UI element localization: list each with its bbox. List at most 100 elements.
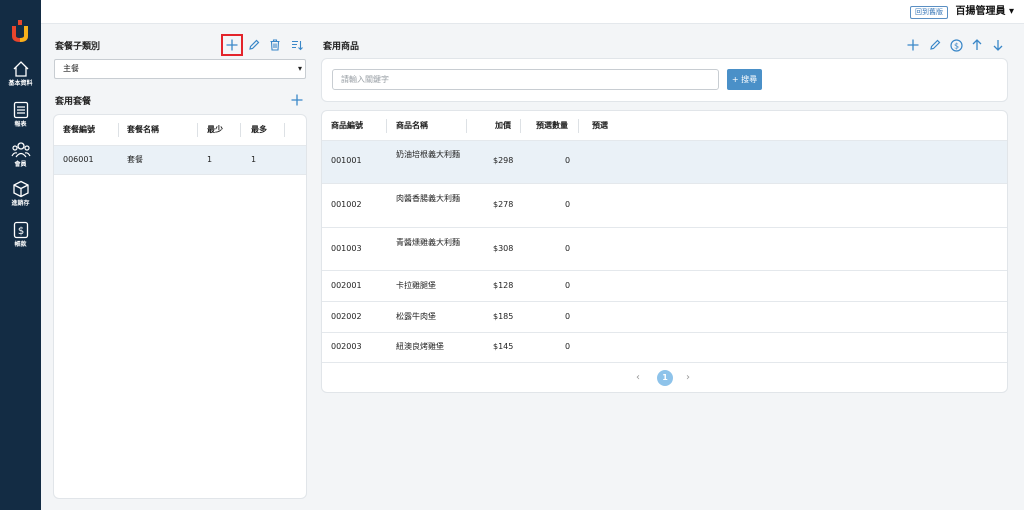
sidebar-item-label: 報表 [14,121,27,128]
plus-icon [291,94,303,106]
price-cell: $145 [493,342,514,351]
price-cell: $185 [493,312,514,321]
combo-min-cell: 1 [207,155,213,164]
plus-icon [907,39,919,51]
sidebar-item-inventory[interactable]: 進銷存 [0,180,41,208]
app-window: 基本資料 報表 會員 進銷存 $ 帳款 回到舊版 百揚管理員 ▾ 套餐子類別 主… [0,0,1024,510]
column-divider [197,123,198,137]
search-button[interactable]: + 搜尋 [727,69,762,90]
add-subcategory-button[interactable] [221,34,243,56]
price-cell: $278 [493,200,514,209]
preselect-qty-cell: 0 [565,244,571,253]
combo-name-cell: 套餐 [127,155,143,164]
product-name-cell: 卡拉雞腿堡 [396,281,436,290]
table-row[interactable]: 002002 松露牛肉堡 $185 0 [322,303,1007,333]
column-divider [240,123,241,137]
combo-max-cell: 1 [251,155,257,164]
table-row[interactable]: 001002 肉醬香腸義大利麵 $278 0 [322,185,1007,228]
move-down-button[interactable] [991,38,1005,52]
chevron-down-icon: ▾ [297,64,302,73]
product-id-cell: 002003 [331,342,362,351]
table-row[interactable]: 001003 青醬燻雞義大利麵 $308 0 [322,229,1007,271]
product-name-cell: 奶油培根義大利麵 [396,150,460,159]
column-divider [284,123,285,137]
column-header: 加價 [495,121,511,130]
edit-subcategory-button[interactable] [247,38,261,52]
product-name-cell: 肉醬香腸義大利麵 [396,194,460,203]
product-name-cell: 青醬燻雞義大利麵 [396,238,460,247]
product-id-cell: 001002 [331,200,362,209]
plus-icon [226,39,238,51]
sidebar-item-label: 會員 [14,161,27,168]
product-id-cell: 001001 [331,156,362,165]
brand-logo-icon[interactable] [9,18,31,44]
table-row[interactable]: 002001 卡拉雞腿堡 $128 0 [322,272,1007,302]
sidebar-item-label: 帳款 [14,241,27,248]
sidebar-item-basic-data[interactable]: 基本資料 [0,60,41,88]
column-header: 預選數量 [536,121,568,130]
combo-id-cell: 006001 [63,155,94,164]
column-header: 預選 [592,121,608,130]
preselect-qty-cell: 0 [565,312,571,321]
table-row[interactable]: 006001 套餐 1 1 [54,146,306,175]
search-input[interactable]: 請輸入關鍵字 [332,69,719,90]
pagination-current-page[interactable]: 1 [657,370,673,386]
column-divider [520,119,521,133]
subcategory-title: 套餐子類別 [55,42,101,52]
product-name-cell: 紐澳良烤雞堡 [396,342,444,351]
product-id-cell: 002001 [331,281,362,290]
sidebar-item-members[interactable]: 會員 [0,141,41,169]
table-row[interactable]: 002003 紐澳良烤雞堡 $145 0 [322,334,1007,363]
edit-product-button[interactable] [928,38,942,52]
back-to-old-version-button[interactable]: 回到舊版 [910,6,948,19]
sort-subcategory-button[interactable] [290,38,304,52]
report-icon [13,101,28,119]
dollar-icon: $ [13,221,28,239]
add-combo-button[interactable] [290,93,304,107]
home-icon [13,61,28,77]
column-divider [578,119,579,133]
product-id-cell: 001003 [331,244,362,253]
sidebar: 基本資料 報表 會員 進銷存 $ 帳款 [0,0,41,510]
combo-title: 套用套餐 [55,97,92,107]
add-product-button[interactable] [906,38,920,52]
column-header: 套餐名稱 [127,125,159,134]
products-title: 套用商品 [323,42,360,52]
column-header: 商品名稱 [396,121,428,130]
price-product-button[interactable]: $ [949,38,963,52]
price-cell: $298 [493,156,514,165]
product-id-cell: 002002 [331,312,362,321]
price-cell: $128 [493,281,514,290]
members-icon [10,142,31,158]
pencil-icon [249,39,260,50]
inventory-box-icon [12,180,29,198]
table-row[interactable]: 001001 奶油培根義大利麵 $298 0 [322,141,1007,184]
column-header: 套餐編號 [63,125,95,134]
subcategory-selected-value: 主餐 [63,64,79,73]
column-divider [386,119,387,133]
arrow-up-icon [972,39,982,50]
subcategory-select[interactable]: 主餐 ▾ [54,59,306,79]
pagination-prev-button[interactable]: ‹ [636,371,640,385]
pagination-next-button[interactable]: › [686,371,690,385]
trash-icon [270,39,280,51]
pencil-icon [930,39,941,50]
price-cell: $308 [493,244,514,253]
preselect-qty-cell: 0 [565,342,571,351]
delete-subcategory-button[interactable] [268,38,282,52]
arrow-down-icon [993,40,1003,51]
sort-icon [292,40,303,51]
sidebar-item-reports[interactable]: 報表 [0,101,41,129]
column-header: 商品編號 [331,121,363,130]
dollar-circle-icon: $ [949,38,963,52]
preselect-qty-cell: 0 [565,156,571,165]
user-menu[interactable]: 百揚管理員 ▾ [955,5,1014,19]
product-name-cell: 松露牛肉堡 [396,312,436,321]
move-up-button[interactable] [970,38,984,52]
column-header: 最多 [251,125,267,134]
column-header: 最少 [207,125,223,134]
sidebar-item-accounts[interactable]: $ 帳款 [0,221,41,249]
top-bar: 回到舊版 百揚管理員 ▾ [41,0,1024,24]
svg-text:$: $ [17,226,23,237]
column-divider [466,119,467,133]
